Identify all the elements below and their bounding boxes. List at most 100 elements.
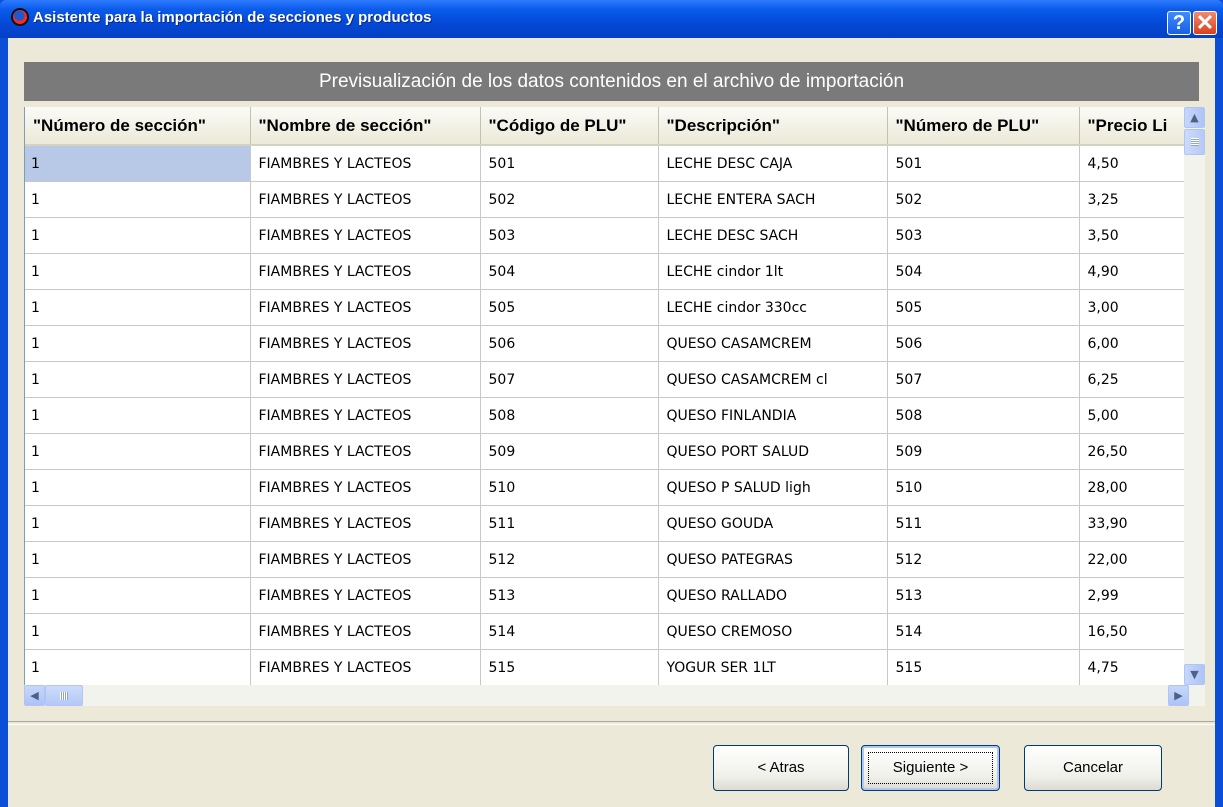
table-cell[interactable]: 5,00 [1079, 397, 1185, 434]
table-cell[interactable]: FIAMBRES Y LACTEOS [250, 505, 481, 542]
table-cell[interactable]: 508 [887, 397, 1080, 434]
table-cell[interactable]: 1 [25, 181, 251, 218]
table-cell[interactable]: FIAMBRES Y LACTEOS [250, 469, 481, 506]
column-header[interactable]: "Precio Li [1079, 107, 1185, 146]
table-cell[interactable]: 6,00 [1079, 325, 1185, 362]
table-cell[interactable]: FIAMBRES Y LACTEOS [250, 325, 481, 362]
table-cell[interactable]: FIAMBRES Y LACTEOS [250, 217, 481, 254]
table-cell[interactable]: 502 [887, 181, 1080, 218]
table-cell[interactable]: QUESO CASAMCREM cl [658, 361, 888, 398]
column-header[interactable]: "Código de PLU" [480, 107, 659, 146]
table-cell[interactable]: 514 [480, 613, 659, 650]
table-cell[interactable]: 511 [887, 505, 1080, 542]
table-cell[interactable]: 16,50 [1079, 613, 1185, 650]
scroll-right-arrow-icon[interactable]: ▶ [1168, 685, 1189, 706]
table-cell[interactable]: 1 [25, 397, 251, 434]
table-row[interactable]: 1 FIAMBRES Y LACTEOS 502 LECHE ENTERA SACH 5… [25, 181, 1185, 218]
table-cell[interactable]: 1 [25, 145, 251, 182]
table-cell[interactable]: FIAMBRES Y LACTEOS [250, 397, 481, 434]
table-cell[interactable]: 505 [480, 289, 659, 326]
table-cell[interactable]: 1 [25, 217, 251, 254]
table-row[interactable]: 1 FIAMBRES Y LACTEOS 501 LECHE DESC CAJA 501… [25, 145, 1185, 182]
table-cell[interactable]: LECHE DESC CAJA [658, 145, 888, 182]
table-cell[interactable]: 1 [25, 469, 251, 506]
table-row[interactable]: 1 FIAMBRES Y LACTEOS 506 QUESO CASAMCREM 506… [25, 325, 1185, 362]
table-cell[interactable]: 504 [480, 253, 659, 290]
table-cell[interactable]: 508 [480, 397, 659, 434]
vertical-scroll-thumb[interactable] [1184, 129, 1205, 155]
table-cell[interactable]: 6,25 [1079, 361, 1185, 398]
table-cell[interactable]: 502 [480, 181, 659, 218]
table-cell[interactable]: 503 [480, 217, 659, 254]
table-cell[interactable]: QUESO PORT SALUD [658, 433, 888, 470]
table-cell[interactable]: 503 [887, 217, 1080, 254]
table-cell[interactable]: 4,90 [1079, 253, 1185, 290]
table-cell[interactable]: 506 [887, 325, 1080, 362]
table-row[interactable]: 1 FIAMBRES Y LACTEOS 509 QUESO PORT SALUD 50… [25, 433, 1185, 470]
table-cell[interactable]: 22,00 [1079, 541, 1185, 578]
table-cell[interactable]: LECHE cindor 1lt [658, 253, 888, 290]
table-cell[interactable]: 515 [887, 649, 1080, 685]
horizontal-scrollbar[interactable]: ◀ ▶ [24, 685, 1205, 706]
table-cell[interactable]: 1 [25, 541, 251, 578]
table-row[interactable]: 1 FIAMBRES Y LACTEOS 507 QUESO CASAMCREM cl… [25, 361, 1185, 398]
table-cell[interactable]: QUESO CASAMCREM [658, 325, 888, 362]
table-cell[interactable]: 510 [887, 469, 1080, 506]
table-cell[interactable]: 513 [480, 577, 659, 614]
table-cell[interactable]: 1 [25, 505, 251, 542]
table-cell[interactable]: 33,90 [1079, 505, 1185, 542]
table-cell[interactable]: FIAMBRES Y LACTEOS [250, 577, 481, 614]
help-button[interactable]: ? [1167, 11, 1191, 35]
table-cell[interactable]: QUESO P SALUD ligh [658, 469, 888, 506]
table-cell[interactable]: 511 [480, 505, 659, 542]
table-cell[interactable]: 1 [25, 253, 251, 290]
table-cell[interactable]: QUESO PATEGRAS [658, 541, 888, 578]
table-row[interactable]: 1 FIAMBRES Y LACTEOS 503 LECHE DESC SACH 503… [25, 217, 1185, 254]
column-header[interactable]: "Número de sección" [25, 107, 251, 146]
table-cell[interactable]: LECHE cindor 330cc [658, 289, 888, 326]
table-cell[interactable]: 26,50 [1079, 433, 1185, 470]
table-row[interactable]: 1 FIAMBRES Y LACTEOS 513 QUESO RALLADO 513 2,… [25, 577, 1185, 614]
table-cell[interactable]: 501 [480, 145, 659, 182]
table-row[interactable]: 1 FIAMBRES Y LACTEOS 508 QUESO FINLANDIA 508… [25, 397, 1185, 434]
column-header[interactable]: "Nombre de sección" [250, 107, 481, 146]
table-cell[interactable]: FIAMBRES Y LACTEOS [250, 289, 481, 326]
table-cell[interactable]: 3,50 [1079, 217, 1185, 254]
table-cell[interactable]: 1 [25, 325, 251, 362]
table-cell[interactable]: 2,99 [1079, 577, 1185, 614]
horizontal-scroll-thumb[interactable] [45, 685, 83, 706]
table-cell[interactable]: 507 [480, 361, 659, 398]
table-cell[interactable]: FIAMBRES Y LACTEOS [250, 181, 481, 218]
table-cell[interactable]: 509 [480, 433, 659, 470]
table-cell[interactable]: 3,25 [1079, 181, 1185, 218]
table-row[interactable]: 1 FIAMBRES Y LACTEOS 512 QUESO PATEGRAS 512 2… [25, 541, 1185, 578]
next-button[interactable]: Siguiente > [861, 745, 1000, 791]
vertical-scrollbar[interactable]: ▲ ▼ [1184, 107, 1205, 685]
table-cell[interactable]: 1 [25, 289, 251, 326]
table-row[interactable]: 1 FIAMBRES Y LACTEOS 514 QUESO CREMOSO 514 16… [25, 613, 1185, 650]
table-row[interactable]: 1 FIAMBRES Y LACTEOS 504 LECHE cindor 1lt 50… [25, 253, 1185, 290]
table-cell[interactable]: FIAMBRES Y LACTEOS [250, 253, 481, 290]
table-cell[interactable]: FIAMBRES Y LACTEOS [250, 541, 481, 578]
table-cell[interactable]: 504 [887, 253, 1080, 290]
table-cell[interactable]: QUESO CREMOSO [658, 613, 888, 650]
table-cell[interactable]: FIAMBRES Y LACTEOS [250, 613, 481, 650]
preview-grid[interactable]: "Número de sección" "Nombre de sección" … [24, 107, 1185, 685]
table-row[interactable]: 1 FIAMBRES Y LACTEOS 505 LECHE cindor 330cc… [25, 289, 1185, 326]
table-cell[interactable]: 515 [480, 649, 659, 685]
table-cell[interactable]: 512 [480, 541, 659, 578]
scroll-down-arrow-icon[interactable]: ▼ [1184, 664, 1205, 685]
back-button[interactable]: < Atras [713, 745, 849, 791]
table-cell[interactable]: 501 [887, 145, 1080, 182]
table-cell[interactable]: 1 [25, 433, 251, 470]
table-cell[interactable]: 512 [887, 541, 1080, 578]
table-cell[interactable]: 28,00 [1079, 469, 1185, 506]
table-cell[interactable]: 1 [25, 613, 251, 650]
cancel-button[interactable]: Cancelar [1024, 745, 1162, 791]
table-cell[interactable]: 506 [480, 325, 659, 362]
table-cell[interactable]: FIAMBRES Y LACTEOS [250, 649, 481, 685]
table-cell[interactable]: QUESO FINLANDIA [658, 397, 888, 434]
column-header[interactable]: "Descripción" [658, 107, 888, 146]
table-cell[interactable]: 1 [25, 361, 251, 398]
table-row[interactable]: 1 FIAMBRES Y LACTEOS 511 QUESO GOUDA 511 33,9… [25, 505, 1185, 542]
